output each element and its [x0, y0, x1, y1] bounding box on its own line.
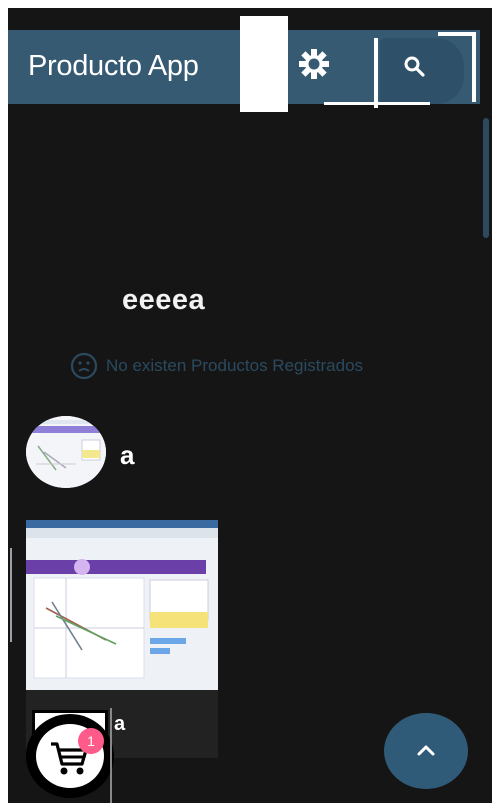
product-name: a: [120, 440, 135, 470]
empty-state: No existen Productos Registrados: [70, 348, 363, 384]
cart-button[interactable]: 1: [26, 714, 114, 798]
toolbar-divider: [374, 38, 378, 108]
empty-state-text: No existen Productos Registrados: [106, 356, 364, 375]
scrollbar[interactable]: [483, 118, 489, 238]
chevron-up-icon: [417, 745, 435, 756]
app-screen: Producto App eeeea No existen Productos …: [8, 8, 492, 803]
search-button[interactable]: [380, 38, 464, 104]
scroll-indicator: [10, 548, 12, 642]
app-title: Producto App: [28, 50, 199, 82]
product-thumbnail[interactable]: [26, 416, 106, 488]
cart-divider: [110, 708, 112, 803]
search-icon: [404, 56, 425, 77]
product-name: a: [114, 713, 126, 735]
section-heading: eeeea: [122, 284, 206, 316]
toolbar-divider: [438, 32, 476, 36]
toolbar-divider: [324, 102, 430, 105]
gear-icon: [299, 49, 329, 79]
toolbar-blank-area: [240, 16, 288, 112]
scroll-top-button[interactable]: [384, 713, 468, 789]
settings-button[interactable]: [293, 38, 335, 90]
toolbar-divider: [472, 32, 476, 102]
cart-count-badge: 1: [78, 728, 104, 754]
sad-face-icon: [70, 352, 98, 380]
product-image: [26, 520, 218, 690]
